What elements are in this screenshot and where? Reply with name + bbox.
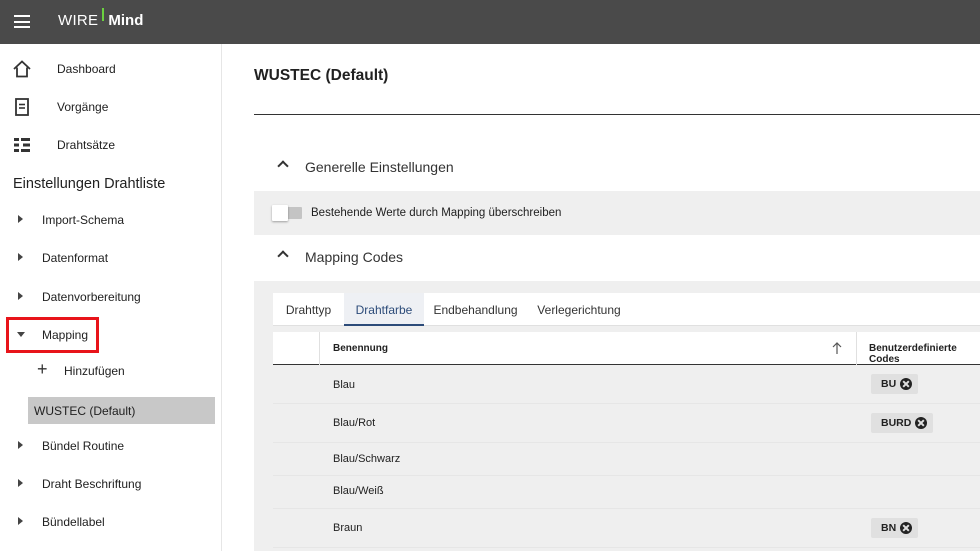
table-header: Benennung Benutzerdefinierte Codes <box>273 332 980 365</box>
title-divider <box>254 114 980 115</box>
general-settings-title: Generelle Einstellungen <box>305 159 454 175</box>
tab-verlegerichtung[interactable]: Verlegerichtung <box>527 293 631 326</box>
tab-endbehandlung[interactable]: Endbehandlung <box>424 293 527 326</box>
chevron-up-icon <box>277 250 289 262</box>
remove-chip-icon[interactable] <box>900 378 913 390</box>
logo-mind-text: Mind <box>108 12 144 29</box>
mapping-highlight-box <box>6 317 99 353</box>
tree-item-datenvorbereitung[interactable]: Datenvorbereitung <box>0 280 221 314</box>
tree-item-draht-beschriftung[interactable]: Draht Beschriftung <box>0 467 221 501</box>
sidebar: Dashboard Vorgänge Drahtsätze Einstellun… <box>0 44 222 551</box>
overwrite-toggle-label: Bestehende Werte durch Mapping überschre… <box>311 207 562 219</box>
mapping-codes-header[interactable]: Mapping Codes <box>254 238 980 278</box>
tab-drahtfarbe[interactable]: Drahtfarbe <box>344 293 424 326</box>
column-divider <box>319 332 320 365</box>
arrow-up-icon[interactable] <box>832 341 842 355</box>
home-icon <box>13 60 31 78</box>
tree-item-label: Datenformat <box>42 251 109 265</box>
mapping-tabs: Drahttyp Drahtfarbe Endbehandlung Verleg… <box>273 293 980 326</box>
caret-right-icon <box>18 479 23 487</box>
tree-item-label: Import-Schema <box>42 213 125 227</box>
document-icon <box>15 98 29 116</box>
mapping-codes-title: Mapping Codes <box>305 249 404 265</box>
toggle-thumb <box>272 205 288 221</box>
tree-item-label: Datenvorbereitung <box>42 290 141 304</box>
row-name: Blau/Rot <box>333 417 376 429</box>
row-name: Braun <box>333 522 363 534</box>
table-row[interactable]: Blau/Weiß <box>273 476 980 509</box>
nav-vorgaenge[interactable]: Vorgänge <box>0 89 221 125</box>
nav-drahtsaetze-label: Drahtsätze <box>57 138 116 152</box>
caret-right-icon <box>18 215 23 223</box>
remove-chip-icon[interactable] <box>915 417 928 429</box>
app-header: WIRE Mind <box>0 0 980 44</box>
menu-icon[interactable] <box>14 15 30 28</box>
tree-item-buendellabel[interactable]: Bündellabel <box>0 505 221 539</box>
chevron-up-icon <box>277 160 289 172</box>
overwrite-toggle[interactable] <box>272 205 302 221</box>
table-row[interactable]: Blau/Rot BURD <box>273 404 980 443</box>
remove-chip-icon[interactable] <box>900 522 913 534</box>
page-title: WUSTEC (Default) <box>254 67 389 84</box>
table-row[interactable]: Blau/Schwarz <box>273 443 980 476</box>
caret-right-icon <box>18 253 23 261</box>
table-row[interactable]: Blau BU <box>273 365 980 404</box>
tree-item-label: Bündel Routine <box>42 439 125 453</box>
tree-item-label: Bündellabel <box>42 515 105 529</box>
general-settings-body: Bestehende Werte durch Mapping überschre… <box>254 191 980 235</box>
nav-drahtsaetze[interactable]: Drahtsätze <box>0 127 221 163</box>
list-icon <box>14 138 30 152</box>
tree-item-label: Draht Beschriftung <box>42 477 142 491</box>
main-content: WUSTEC (Default) Generelle Einstellungen… <box>222 44 980 551</box>
tree-item-import-schema[interactable]: Import-Schema <box>0 203 221 237</box>
mapping-item-label: WUSTEC (Default) <box>34 404 136 418</box>
add-mapping-button[interactable]: + Hinzufügen <box>28 354 218 386</box>
add-mapping-label: Hinzufügen <box>64 364 125 378</box>
column-header-benennung[interactable]: Benennung <box>333 343 388 354</box>
tab-drahttyp[interactable]: Drahttyp <box>273 293 344 326</box>
column-header-codes[interactable]: Benutzerdefinierte Codes <box>869 343 980 365</box>
mapping-item-selected[interactable]: WUSTEC (Default) <box>28 397 215 424</box>
tree-item-datenformat[interactable]: Datenformat <box>0 241 221 275</box>
code-chip-label: BU <box>881 378 897 390</box>
logo-wire-text: WIRE <box>58 12 99 29</box>
caret-right-icon <box>18 517 23 525</box>
caret-right-icon <box>18 441 23 449</box>
code-chip: BN <box>871 518 919 538</box>
code-chip: BURD <box>871 413 934 433</box>
code-chip: BU <box>871 374 919 394</box>
code-chip-label: BN <box>881 522 897 534</box>
nav-dashboard[interactable]: Dashboard <box>0 51 221 87</box>
caret-right-icon <box>18 292 23 300</box>
row-name: Blau/Weiß <box>333 485 384 497</box>
tree-item-buendel-routine[interactable]: Bündel Routine <box>0 429 221 463</box>
table-row[interactable]: Braun BN <box>273 509 980 548</box>
plus-icon: + <box>37 359 48 379</box>
general-settings-header[interactable]: Generelle Einstellungen <box>254 148 980 188</box>
logo-accent-bar <box>102 8 105 21</box>
nav-dashboard-label: Dashboard <box>57 62 116 76</box>
row-name: Blau <box>333 379 356 391</box>
nav-vorgaenge-label: Vorgänge <box>57 100 109 114</box>
app-logo: WIRE Mind <box>58 8 144 32</box>
settings-section-title: Einstellungen Drahtliste <box>13 176 166 192</box>
code-chip-label: BURD <box>881 417 912 429</box>
row-name: Blau/Schwarz <box>333 453 401 465</box>
column-divider <box>856 332 857 365</box>
